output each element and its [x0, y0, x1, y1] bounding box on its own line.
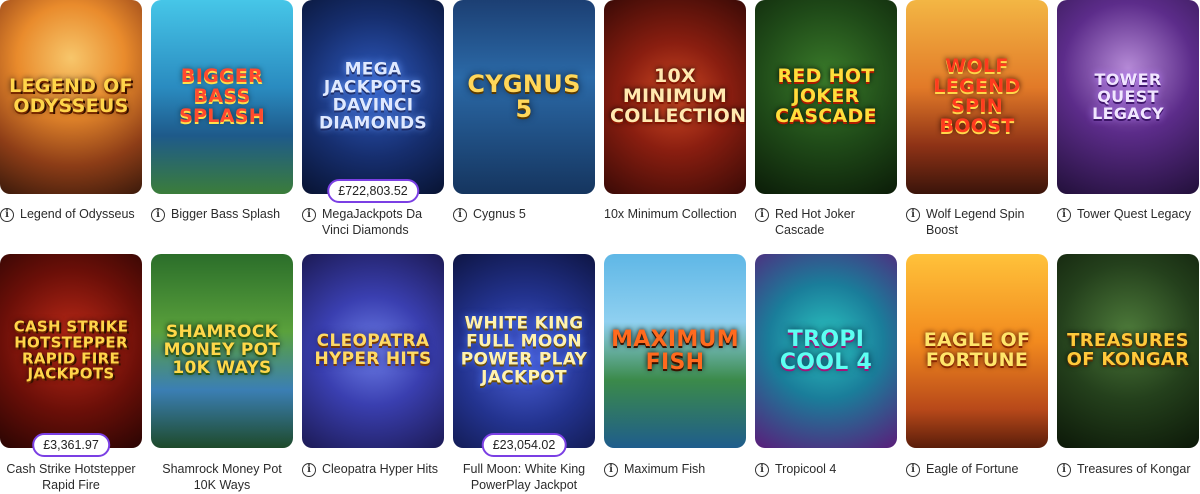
game-title[interactable]: Maximum Fish [624, 462, 705, 478]
game-title[interactable]: Legend of Odysseus [20, 207, 135, 223]
jackpot-badge: £3,361.97 [32, 433, 110, 457]
game-tile[interactable]: MEGA JACKPOTS DAVINCI DIAMONDS £722,803.… [302, 0, 444, 238]
game-title[interactable]: Eagle of Fortune [926, 462, 1018, 478]
game-title[interactable]: MegaJackpots Da Vinci Diamonds [322, 207, 444, 238]
game-title[interactable]: Treasures of Kongar [1077, 462, 1190, 478]
game-thumbnail[interactable]: WHITE KING FULL MOON POWER PLAY JACKPOT … [453, 254, 595, 457]
game-tile[interactable]: CLEOPATRA HYPER HITS i Cleopatra Hyper H… [302, 254, 444, 478]
info-circle-icon[interactable]: i [906, 463, 920, 477]
game-thumbnail[interactable]: TROPI COOL 4 [755, 254, 897, 448]
thumbnail-title: TREASURES of KONGAR [1066, 330, 1190, 370]
game-title[interactable]: Cygnus 5 [473, 207, 526, 223]
game-title[interactable]: Tropicool 4 [775, 462, 836, 478]
thumbnail-title: CLEOPATRA HYPER HITS [314, 331, 432, 369]
game-title[interactable]: Cleopatra Hyper Hits [322, 462, 438, 478]
game-tile[interactable]: MAXIMUM FISH i Maximum Fish [604, 254, 746, 478]
game-title[interactable]: Cash Strike Hotstepper Rapid Fire [0, 462, 142, 493]
game-thumbnail[interactable]: 10x MINIMUM COLLECTION [604, 0, 746, 194]
game-title[interactable]: Wolf Legend Spin Boost [926, 207, 1048, 238]
game-thumbnail[interactable]: EAGLE of FORTUNE [906, 254, 1048, 448]
game-tile[interactable]: LEGEND of ODYSSEUS i Legend of Odysseus [0, 0, 142, 223]
game-grid: LEGEND of ODYSSEUS i Legend of Odysseus … [0, 0, 1200, 494]
game-tile[interactable]: SHAMROCK MONEY POT 10K WAYS Shamrock Mon… [151, 254, 293, 493]
info-circle-icon[interactable]: i [302, 208, 316, 222]
game-tile[interactable]: EAGLE of FORTUNE i Eagle of Fortune [906, 254, 1048, 478]
game-title[interactable]: 10x Minimum Collection [604, 207, 737, 223]
game-title[interactable]: Full Moon: White King PowerPlay Jackpot [453, 462, 595, 493]
info-circle-icon[interactable]: i [1057, 463, 1071, 477]
thumbnail-title: LEGEND of ODYSSEUS [9, 75, 133, 117]
game-tile[interactable]: TREASURES of KONGAR i Treasures of Konga… [1057, 254, 1199, 478]
info-circle-icon[interactable]: i [1057, 208, 1071, 222]
game-thumbnail[interactable]: BIGGER BASS SPLASH [151, 0, 293, 194]
info-circle-icon[interactable]: i [906, 208, 920, 222]
info-circle-icon[interactable]: i [453, 208, 467, 222]
thumbnail-title: CASH STRIKE HOTSTEPPER RAPID FIRE JACKPO… [13, 317, 129, 383]
thumbnail-title: TOWER QUEST LEGACY [1092, 69, 1164, 123]
thumbnail-title: WHITE KING FULL MOON POWER PLAY JACKPOT [460, 313, 588, 387]
game-tile[interactable]: TOWER QUEST LEGACY i Tower Quest Legacy [1057, 0, 1199, 223]
info-circle-icon[interactable]: i [0, 208, 14, 222]
game-thumbnail[interactable]: RED HOT JOKER CASCADE [755, 0, 897, 194]
game-thumbnail[interactable]: MAXIMUM FISH [604, 254, 746, 448]
jackpot-badge: £23,054.02 [481, 433, 567, 457]
game-tile[interactable]: CASH STRIKE HOTSTEPPER RAPID FIRE JACKPO… [0, 254, 142, 493]
thumbnail-title: WOLF LEGEND SPIN BOOST [933, 55, 1021, 137]
game-thumbnail[interactable]: CLEOPATRA HYPER HITS [302, 254, 444, 448]
game-tile[interactable]: RED HOT JOKER CASCADE i Red Hot Joker Ca… [755, 0, 897, 238]
game-thumbnail[interactable]: LEGEND of ODYSSEUS [0, 0, 142, 194]
jackpot-badge: £722,803.52 [327, 179, 419, 203]
game-title[interactable]: Bigger Bass Splash [171, 207, 280, 223]
game-thumbnail[interactable]: CASH STRIKE HOTSTEPPER RAPID FIRE JACKPO… [0, 254, 142, 457]
info-circle-icon[interactable]: i [151, 208, 165, 222]
info-circle-icon[interactable]: i [755, 208, 769, 222]
thumbnail-title: MEGA JACKPOTS DAVINCI DIAMONDS [319, 59, 427, 133]
game-tile[interactable]: 10x MINIMUM COLLECTION 10x Minimum Colle… [604, 0, 746, 223]
game-thumbnail[interactable]: WOLF LEGEND SPIN BOOST [906, 0, 1048, 194]
info-circle-icon[interactable]: i [755, 463, 769, 477]
game-title[interactable]: Shamrock Money Pot 10K Ways [151, 462, 293, 493]
game-tile[interactable]: TROPI COOL 4 i Tropicool 4 [755, 254, 897, 478]
game-tile[interactable]: WHITE KING FULL MOON POWER PLAY JACKPOT … [453, 254, 595, 493]
game-tile[interactable]: CYGNUS 5 i Cygnus 5 [453, 0, 595, 223]
thumbnail-title: BIGGER BASS SPLASH [179, 65, 265, 127]
info-circle-icon[interactable]: i [302, 463, 316, 477]
game-thumbnail[interactable]: SHAMROCK MONEY POT 10K WAYS [151, 254, 293, 448]
game-thumbnail[interactable]: MEGA JACKPOTS DAVINCI DIAMONDS £722,803.… [302, 0, 444, 203]
thumbnail-title: EAGLE of FORTUNE [923, 329, 1031, 371]
thumbnail-title: MAXIMUM FISH [611, 326, 739, 375]
thumbnail-title: TROPI COOL 4 [779, 326, 873, 375]
game-thumbnail[interactable]: TOWER QUEST LEGACY [1057, 0, 1199, 194]
thumbnail-title: CYGNUS 5 [467, 69, 581, 123]
game-title[interactable]: Red Hot Joker Cascade [775, 207, 897, 238]
game-thumbnail[interactable]: CYGNUS 5 [453, 0, 595, 194]
game-title[interactable]: Tower Quest Legacy [1077, 207, 1191, 223]
thumbnail-title: RED HOT JOKER CASCADE [775, 65, 877, 127]
game-tile[interactable]: BIGGER BASS SPLASH i Bigger Bass Splash [151, 0, 293, 223]
game-tile[interactable]: WOLF LEGEND SPIN BOOST i Wolf Legend Spi… [906, 0, 1048, 238]
game-thumbnail[interactable]: TREASURES of KONGAR [1057, 254, 1199, 448]
thumbnail-title: 10x MINIMUM COLLECTION [610, 65, 746, 127]
info-circle-icon[interactable]: i [604, 463, 618, 477]
thumbnail-title: SHAMROCK MONEY POT 10K WAYS [163, 322, 281, 378]
